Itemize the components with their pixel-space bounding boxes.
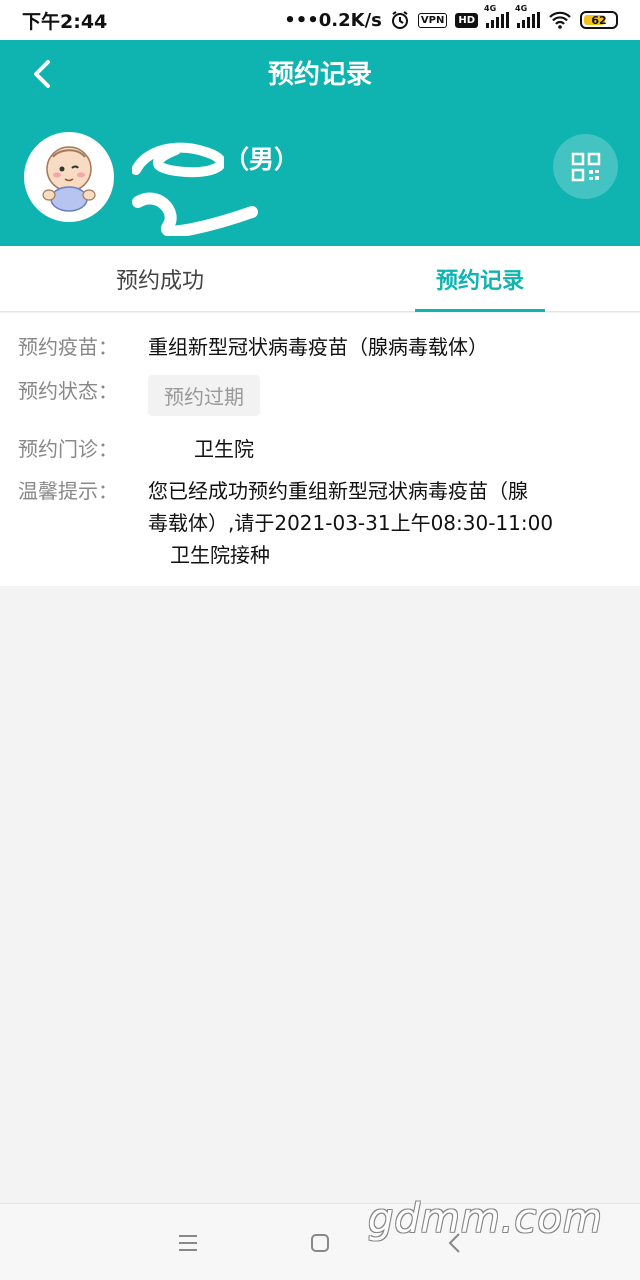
wifi-icon bbox=[549, 11, 571, 29]
qr-code-button[interactable] bbox=[553, 134, 618, 199]
user-gender: （男） bbox=[224, 145, 300, 174]
hd-badge: HD bbox=[455, 12, 478, 28]
status-bar: 下午2:44 •••0.2K/s VPN HD 4G 4G 62 bbox=[0, 0, 640, 40]
avatar bbox=[24, 132, 114, 222]
home-icon bbox=[311, 1234, 329, 1252]
user-name: （男） bbox=[131, 140, 300, 178]
signal-icon: 4G bbox=[484, 4, 509, 28]
status-time: 下午2:44 bbox=[22, 10, 108, 33]
battery-icon: 62 bbox=[580, 11, 618, 29]
profile-header: 预约记录 （男） bbox=[0, 40, 640, 246]
vpn-badge: VPN bbox=[417, 12, 448, 28]
user-info-redacted bbox=[132, 182, 262, 238]
vaccine-row: 预约疫苗： 重组新型冠状病毒疫苗（腺病毒载体） bbox=[18, 331, 488, 360]
tab-bar: 预约成功 预约记录 bbox=[0, 246, 640, 312]
tip-line-2: 毒载体）,请于2021-03-31上午08:30-11:00 bbox=[148, 511, 554, 535]
watermark: gdmm.com bbox=[368, 1196, 603, 1242]
page-title: 预约记录 bbox=[267, 60, 372, 90]
tab-records[interactable]: 预约记录 bbox=[320, 246, 640, 312]
alarm-icon bbox=[391, 11, 408, 29]
tip-line-3: 卫生院接种 bbox=[170, 543, 270, 567]
network-speed: •••0.2K/s bbox=[284, 9, 382, 31]
tip-row: 温馨提示： 您已经成功预约重组新型冠状病毒疫苗（腺 毒载体）,请于2021-03… bbox=[18, 475, 618, 571]
status-badge: 预约过期 bbox=[148, 375, 260, 416]
baby-avatar-icon bbox=[42, 146, 96, 212]
clinic-value: 卫生院 bbox=[194, 437, 254, 461]
status-label: 预约状态： bbox=[18, 379, 118, 403]
menu-button[interactable] bbox=[173, 1228, 203, 1258]
tip-label: 温馨提示： bbox=[18, 479, 118, 503]
vaccine-value: 重组新型冠状病毒疫苗（腺病毒载体） bbox=[148, 335, 488, 359]
appointment-record-card: 预约疫苗： 重组新型冠状病毒疫苗（腺病毒载体） 预约状态： 预约过期 预约门诊：… bbox=[0, 313, 640, 586]
home-button[interactable] bbox=[305, 1228, 335, 1258]
status-indicators: •••0.2K/s VPN HD 4G 4G 62 bbox=[284, 4, 618, 31]
menu-icon bbox=[179, 1235, 197, 1251]
clinic-row: 预约门诊： 卫生院 bbox=[18, 433, 254, 462]
signal-icon-2: 4G bbox=[515, 4, 540, 28]
status-row: 预约状态： 预约过期 bbox=[18, 375, 260, 416]
name-redacted bbox=[131, 142, 226, 178]
tip-line-1: 您已经成功预约重组新型冠状病毒疫苗（腺 bbox=[148, 479, 528, 503]
tip-text: 您已经成功预约重组新型冠状病毒疫苗（腺 毒载体）,请于2021-03-31上午0… bbox=[148, 475, 618, 571]
clinic-label: 预约门诊： bbox=[18, 437, 118, 461]
vaccine-label: 预约疫苗： bbox=[18, 335, 118, 359]
qr-code-icon bbox=[571, 152, 600, 181]
tab-success[interactable]: 预约成功 bbox=[0, 246, 320, 311]
